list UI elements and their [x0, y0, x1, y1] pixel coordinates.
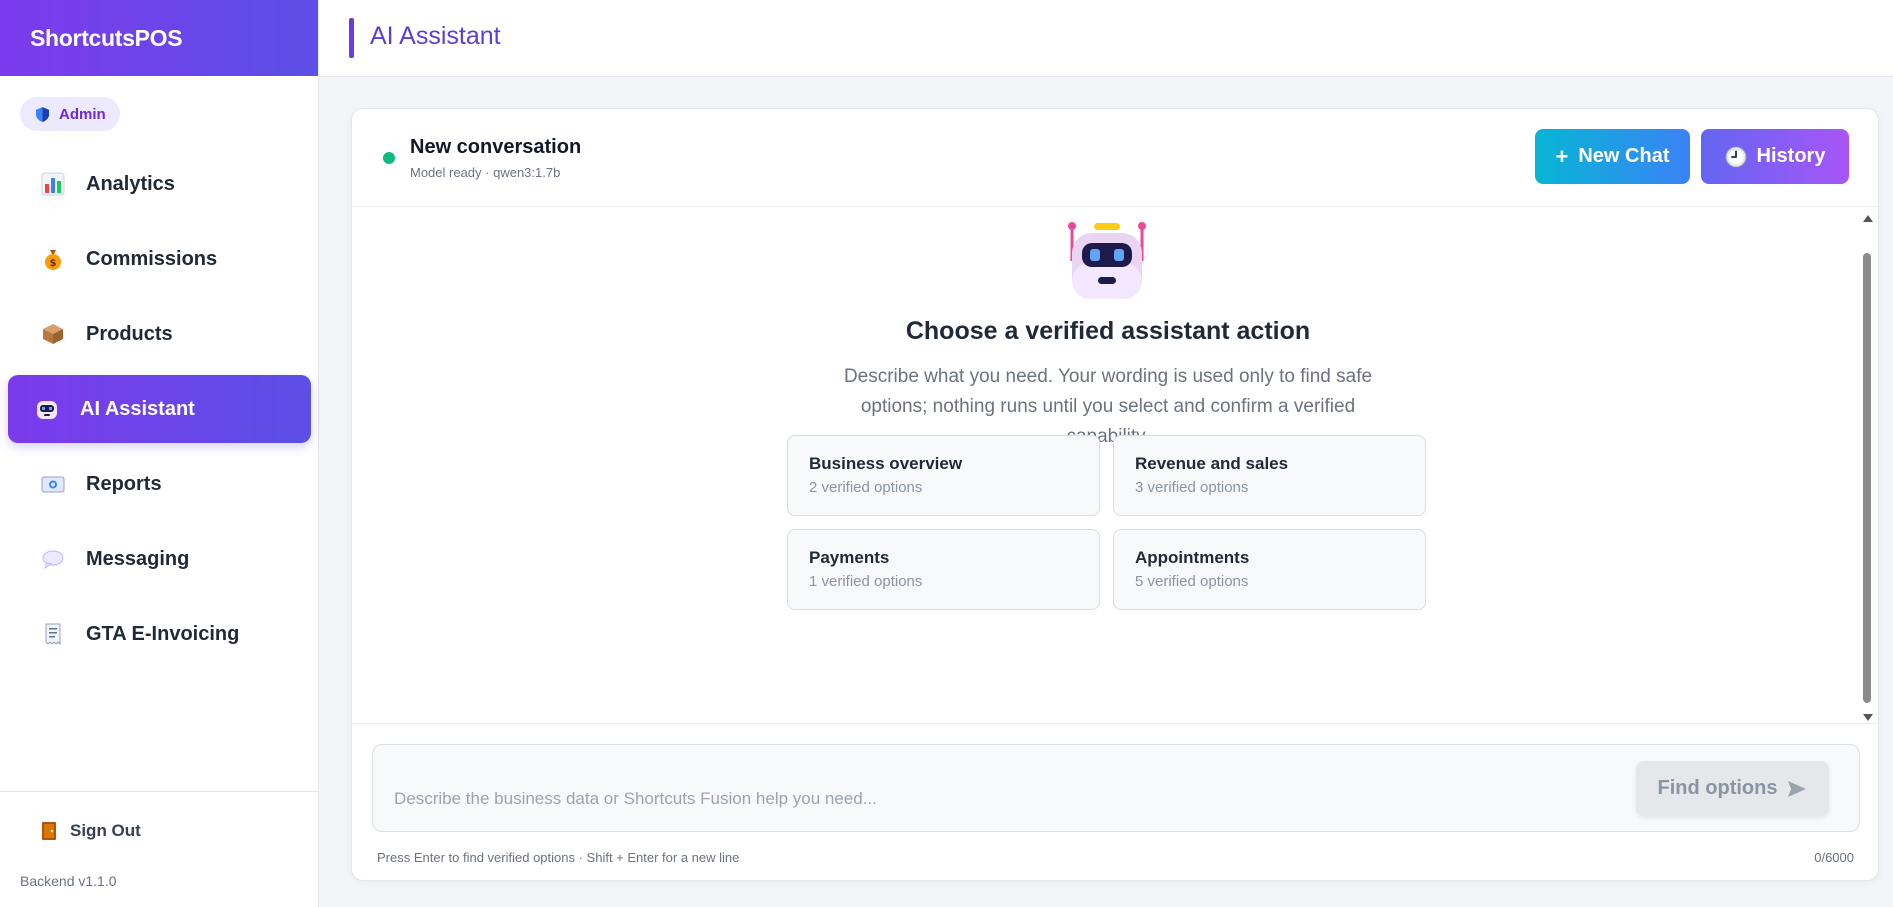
clock-icon	[1725, 146, 1747, 167]
sign-out-label: Sign Out	[70, 821, 141, 840]
report-icon	[40, 471, 66, 497]
find-options-label: Find options	[1657, 777, 1778, 799]
sidebar-item-label: Reports	[86, 472, 162, 495]
sidebar-item-label: GTA E-Invoicing	[86, 622, 240, 645]
shield-icon	[36, 106, 49, 122]
option-count: 1 verified options	[809, 573, 923, 590]
receipt-icon	[40, 621, 66, 647]
message-input[interactable]: Describe the business data or Shortcuts …	[372, 744, 1860, 832]
option-card-appointments[interactable]: Appointments 5 verified options	[1113, 529, 1426, 610]
scrollbar[interactable]	[1861, 207, 1873, 723]
input-hint: Press Enter to find verified options · S…	[377, 850, 740, 865]
sidebar-item-gta-e-invoicing[interactable]: GTA E-Invoicing	[8, 600, 311, 668]
speech-bubble-icon	[40, 546, 66, 572]
bar-chart-icon	[40, 171, 66, 197]
scroll-up-arrow-icon[interactable]	[1863, 215, 1873, 222]
composer-area: Describe the business data or Shortcuts …	[352, 723, 1878, 880]
option-count: 3 verified options	[1135, 479, 1249, 496]
option-title: Business overview	[809, 454, 963, 473]
sidebar-item-label: Commissions	[86, 247, 218, 270]
conversation-header: New conversation Model ready · qwen3:1.7…	[352, 109, 1878, 207]
option-title: Payments	[809, 548, 890, 567]
backend-version: Backend v1.1.0	[20, 873, 117, 889]
robot-icon	[34, 396, 60, 422]
hero-title: Choose a verified assistant action	[905, 317, 1311, 345]
send-icon	[1788, 780, 1807, 797]
sidebar-item-label: Messaging	[86, 547, 190, 570]
money-bag-icon: $	[40, 246, 66, 272]
sidebar-item-label: Products	[86, 322, 173, 345]
svg-text:$: $	[50, 258, 57, 269]
role-badge: Admin	[20, 97, 120, 131]
new-chat-button[interactable]: + New Chat	[1535, 129, 1690, 184]
option-count: 2 verified options	[809, 479, 923, 496]
history-button[interactable]: History	[1701, 129, 1849, 184]
sidebar-divider	[0, 791, 319, 792]
sign-out-button[interactable]: Sign Out	[40, 821, 141, 841]
door-icon	[42, 822, 56, 840]
option-card-revenue-and-sales[interactable]: Revenue and sales 3 verified options	[1113, 435, 1426, 516]
sidebar-item-products[interactable]: Products	[8, 300, 311, 368]
conversation-title: New conversation	[410, 136, 582, 158]
model-status: Model ready · qwen3:1.7b	[410, 165, 561, 180]
find-options-button[interactable]: Find options	[1636, 761, 1829, 816]
sidebar-item-commissions[interactable]: $ Commissions	[8, 225, 311, 293]
page-title: AI Assistant	[370, 22, 501, 50]
history-label: History	[1756, 145, 1826, 167]
sidebar-item-ai-assistant[interactable]: AI Assistant	[8, 375, 311, 443]
brand-header: ShortcutsPOS	[0, 0, 318, 76]
status-indicator	[383, 152, 395, 164]
plus-icon: +	[1555, 143, 1569, 169]
role-label: Admin	[59, 105, 106, 123]
messages-area[interactable]: Choose a verified assistant action Descr…	[352, 207, 1878, 723]
title-accent-bar	[349, 18, 354, 58]
scroll-down-arrow-icon[interactable]	[1863, 714, 1873, 721]
character-counter: 0/6000	[1814, 850, 1854, 865]
sidebar-nav: Analytics $ Commissions Products AI Assi…	[8, 150, 311, 675]
brand-logo-text: ShortcutsPOS	[30, 24, 183, 51]
assistant-card: New conversation Model ready · qwen3:1.7…	[351, 108, 1879, 881]
sidebar-item-analytics[interactable]: Analytics	[8, 150, 311, 218]
sidebar-item-reports[interactable]: Reports	[8, 450, 311, 518]
sidebar-item-label: Analytics	[86, 172, 175, 195]
sidebar-item-label: AI Assistant	[80, 397, 195, 420]
robot-icon	[1068, 222, 1146, 299]
package-icon	[40, 321, 66, 347]
option-title: Revenue and sales	[1135, 454, 1289, 473]
option-count: 5 verified options	[1135, 573, 1249, 590]
message-input-placeholder: Describe the business data or Shortcuts …	[394, 789, 877, 808]
option-card-payments[interactable]: Payments 1 verified options	[787, 529, 1100, 610]
sidebar-item-messaging[interactable]: Messaging	[8, 525, 311, 593]
scrollbar-thumb[interactable]	[1863, 253, 1871, 703]
new-chat-label: New Chat	[1578, 145, 1670, 167]
page-header: AI Assistant	[319, 0, 1893, 77]
option-title: Appointments	[1135, 548, 1250, 567]
sidebar: ShortcutsPOS Admin Analytics $ Commissio…	[0, 0, 319, 907]
option-card-business-overview[interactable]: Business overview 2 verified options	[787, 435, 1100, 516]
